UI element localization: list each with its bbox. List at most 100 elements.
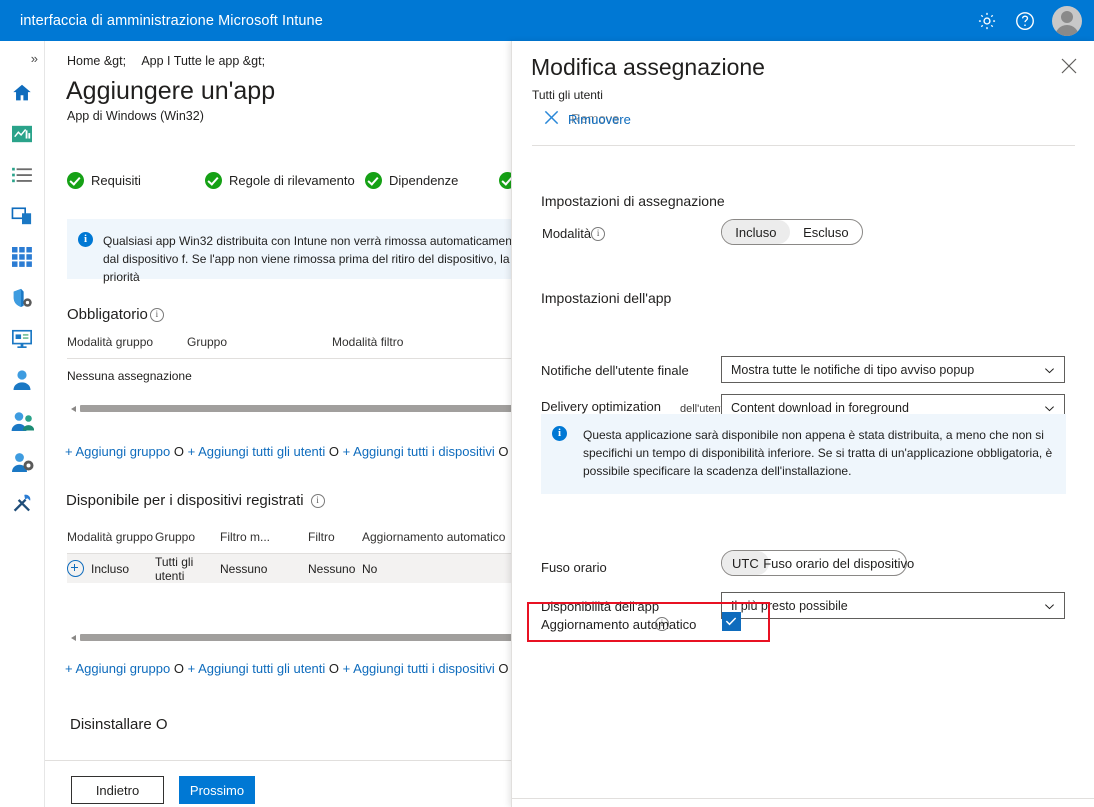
breadcrumb-item-home[interactable]: Home &gt; (67, 54, 126, 68)
info-icon[interactable]: i (149, 307, 164, 322)
mode-toggle[interactable]: Incluso Escluso (721, 219, 863, 245)
gear-icon[interactable] (976, 10, 998, 32)
info-banner-main: i Qualsiasi app Win32 distribuita con In… (67, 219, 511, 284)
scroll-left-arrow-icon[interactable] (67, 631, 80, 644)
info-banner-panel: i Questa applicazione sarà disponibile n… (541, 414, 1066, 494)
add-links-disponibile: + Aggiungi gruppo O + Aggiungi tutti gli… (65, 661, 509, 676)
cell-aggiornamento-automatico: No (362, 561, 378, 576)
sidebar-item-all-services[interactable] (5, 158, 39, 192)
wizard-step-label: Requisiti (91, 173, 141, 188)
info-icon[interactable]: i (310, 493, 325, 508)
remove-assignment-button[interactable]: Rimuovere Remove (543, 109, 631, 129)
auto-update-checkbox[interactable] (722, 612, 741, 631)
column-header-modalita-gruppo: Modalità gruppo (67, 530, 154, 544)
mode-option-incluso[interactable]: Incluso (722, 220, 790, 244)
sidebar-item-tenant-administration[interactable] (5, 445, 39, 479)
breadcrumb-item-apps[interactable]: App I Tutte le app &gt; (141, 54, 265, 68)
plus-icon: + (342, 444, 351, 459)
section-heading-obbligatorio: Obbligatorio i (67, 306, 164, 323)
sidebar-item-reports[interactable] (5, 322, 39, 356)
sidebar-item-home[interactable] (5, 76, 39, 110)
or-text: O (498, 661, 509, 676)
timezone-option-utc[interactable]: UTC (722, 551, 769, 575)
or-text: O (328, 444, 340, 459)
chevron-down-icon (1044, 600, 1055, 611)
expand-rail-button[interactable]: » (0, 47, 44, 69)
wizard-step-dipendenze[interactable]: Dipendenze (365, 172, 458, 189)
end-user-notifications-label: Notifiche dell'utente finale (541, 363, 689, 378)
column-header-gruppo: Gruppo (187, 335, 228, 349)
end-user-notifications-dropdown[interactable]: Mostra tutte le notifiche di tipo avviso… (721, 356, 1065, 383)
plus-icon: + (65, 444, 73, 459)
sidebar-item-users[interactable] (5, 363, 39, 397)
close-icon[interactable] (1060, 57, 1078, 75)
scrollbar-thumb[interactable] (80, 634, 511, 641)
wizard-step-requisiti[interactable]: Requisiti (67, 172, 141, 189)
dropdown-value: Mostra tutte le notifiche di tipo avviso… (731, 362, 975, 377)
sidebar-item-apps[interactable] (5, 240, 39, 274)
avatar[interactable] (1052, 5, 1082, 36)
list-icon (11, 166, 33, 184)
section-title: Disinstallare O (70, 716, 168, 733)
section-heading-disinstallare: Disinstallare O (70, 716, 168, 733)
main-content: Home &gt; App I Tutte le app &gt; Aggiun… (45, 41, 511, 807)
info-icon[interactable]: i (655, 617, 669, 631)
sidebar-item-troubleshooting[interactable] (5, 486, 39, 520)
add-all-users-link[interactable]: Aggiungi tutti gli utenti (198, 661, 325, 676)
or-text: O (328, 661, 340, 676)
check-circle-icon (205, 172, 222, 189)
section-title: Disponibile per i dispositivi registrati (66, 492, 304, 509)
app-settings-heading: Impostazioni dell'app (541, 290, 672, 306)
top-header-bar: interfaccia di amministrazione Microsoft… (0, 0, 1094, 41)
timezone-option-device[interactable]: Fuso orario del dispositivo (763, 551, 914, 575)
chart-icon (11, 124, 33, 144)
add-group-link[interactable]: Aggiungi gruppo (76, 444, 171, 459)
or-text: O (173, 661, 184, 676)
next-button[interactable]: Prossimo (179, 776, 255, 804)
chevron-down-icon (1044, 364, 1055, 375)
sidebar-item-devices[interactable] (5, 199, 39, 233)
panel-subtitle: Tutti gli utenti (532, 88, 603, 102)
add-all-users-link[interactable]: Aggiungi tutti gli utenti (198, 444, 325, 459)
cell-modalita-gruppo: Incluso (91, 561, 130, 576)
info-icon[interactable]: i (591, 226, 606, 241)
remove-label: Rimuovere (568, 111, 631, 127)
check-circle-icon (499, 172, 511, 189)
add-links-obbligatorio: + Aggiungi gruppo O + Aggiungi tutti gli… (65, 444, 509, 459)
help-icon[interactable] (1014, 10, 1036, 32)
auto-update-label: Aggiornamento automatico (541, 617, 697, 632)
panel-title: Modifica assegnazione (531, 54, 765, 80)
cell-gruppo: Tutti gli utenti (155, 554, 194, 583)
cell-filtro-modalita: Nessuno (220, 561, 268, 576)
scrollbar-thumb[interactable] (80, 405, 511, 412)
sidebar-item-dashboard[interactable] (5, 117, 39, 151)
horizontal-scrollbar-disponibile[interactable] (67, 631, 511, 644)
horizontal-scrollbar-obbligatorio[interactable] (67, 402, 511, 415)
dropdown-value: Content download in foreground (731, 400, 909, 415)
info-banner-text: Qualsiasi app Win32 distribuita con Intu… (103, 234, 511, 284)
timezone-toggle[interactable]: UTC Fuso orario del dispositivo (721, 550, 914, 576)
app-availability-dropdown[interactable]: Il più presto possibile (721, 592, 1065, 619)
add-all-devices-link[interactable]: Aggiungi tutti i dispositivi (353, 661, 495, 676)
assignment-table-disponibile: Modalità gruppo Gruppo Filtro m... Filtr… (67, 530, 511, 583)
back-button[interactable]: Indietro (71, 776, 164, 804)
scroll-left-arrow-icon[interactable] (67, 402, 80, 415)
wizard-footer: Indietro Prossimo (45, 760, 511, 807)
or-text: O (498, 444, 509, 459)
chevron-down-icon (1044, 402, 1055, 413)
timezone-label: Fuso orario (541, 560, 607, 575)
sidebar-item-groups[interactable] (5, 404, 39, 438)
mode-option-escluso[interactable]: Escluso (790, 220, 862, 244)
mode-label: Modalità i (542, 226, 606, 241)
assignment-settings-heading: Impostazioni di assegnazione (541, 193, 725, 209)
wizard-step-regole-di-rilevamento[interactable]: Regole di rilevamento (205, 172, 355, 189)
table-row[interactable]: Incluso Tutti gli utenti Nessuno Nessuno… (67, 554, 511, 583)
sidebar-item-endpoint-security[interactable] (5, 281, 39, 315)
wizard-step-label: Regole di rilevamento (229, 173, 355, 188)
top-header-actions (976, 5, 1082, 36)
add-group-link[interactable]: Aggiungi gruppo (76, 661, 171, 676)
users-group-icon (11, 410, 34, 432)
info-icon: i (78, 232, 93, 247)
wizard-step-next[interactable] (499, 172, 511, 189)
add-all-devices-link[interactable]: Aggiungi tutti i dispositivi (353, 444, 495, 459)
